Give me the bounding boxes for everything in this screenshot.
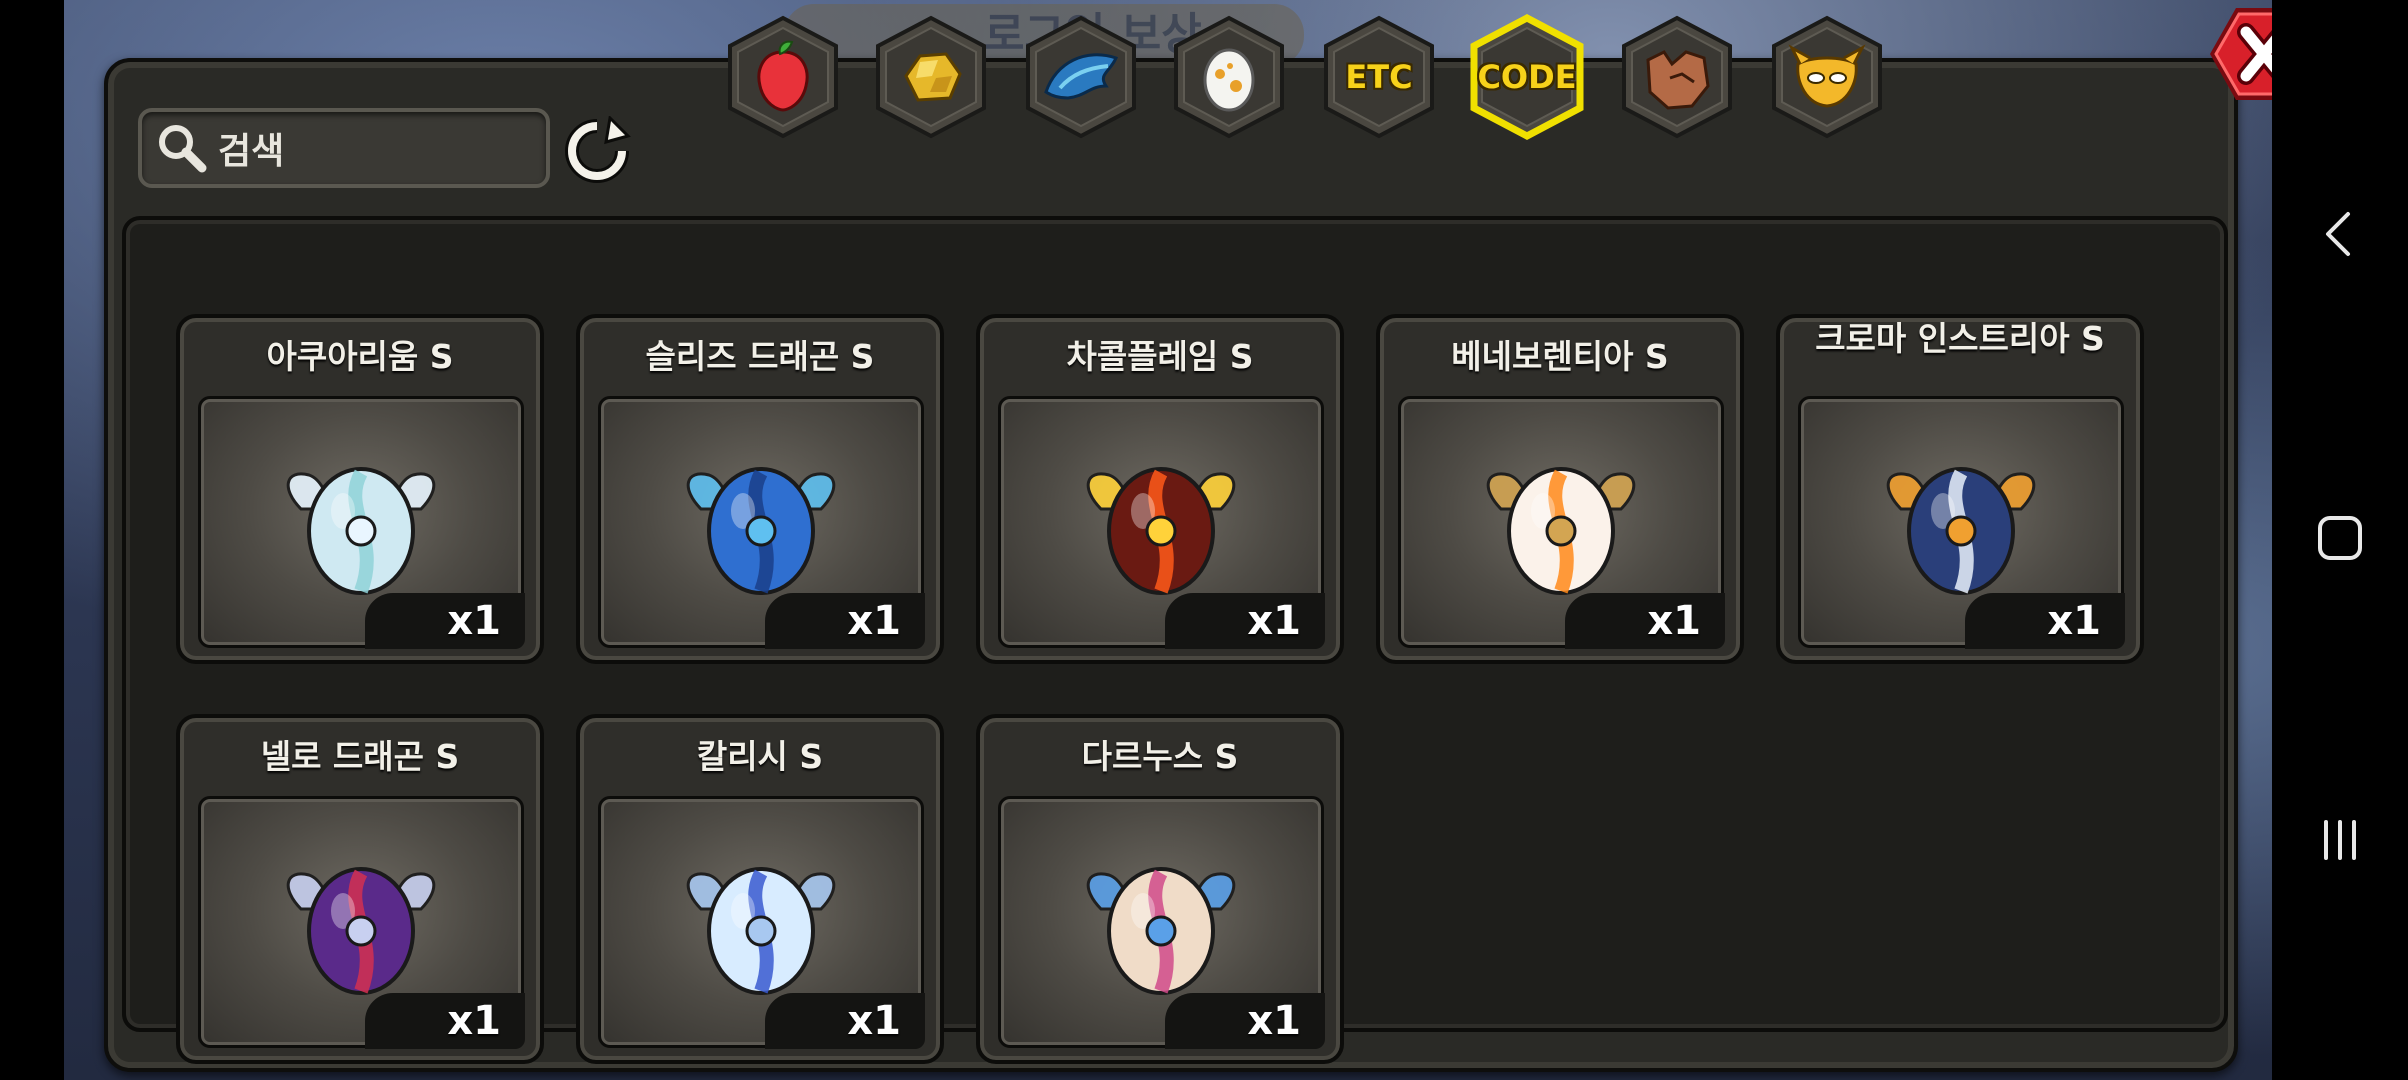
- tab-gold[interactable]: [866, 12, 996, 142]
- item-image-frame: x1: [1398, 396, 1725, 649]
- item-card[interactable]: 슬리즈 드래곤 S x1: [576, 314, 944, 664]
- item-count-badge: x1: [1165, 993, 1325, 1049]
- item-image-frame: x1: [1798, 396, 2125, 649]
- close-icon[interactable]: [2206, 4, 2272, 104]
- tab-dragon[interactable]: [1016, 12, 1146, 142]
- item-image-frame: x1: [998, 796, 1325, 1049]
- refresh-icon[interactable]: [562, 114, 632, 186]
- tab-mask[interactable]: [1762, 12, 1892, 142]
- search-icon: [142, 112, 212, 184]
- aquarium-egg-icon: [271, 439, 451, 613]
- item-card[interactable]: 베네보렌티아 S x1: [1376, 314, 1744, 664]
- charcoal-flame-egg-icon: [1071, 439, 1251, 613]
- item-name: 칼리시 S: [696, 737, 824, 776]
- item-count-badge: x1: [765, 593, 925, 649]
- recent-apps-icon[interactable]: [2308, 808, 2372, 872]
- tab-label: CODE: [1477, 58, 1577, 96]
- android-nav-bar: [2272, 0, 2408, 1080]
- item-name: 다르누스 S: [1081, 737, 1239, 776]
- back-chevron-icon[interactable]: [2308, 202, 2372, 266]
- tab-beast[interactable]: [1612, 12, 1742, 142]
- game-viewport: 로그인 보상 검색 아쿠아리움 Sx1 슬리즈 드래곤 Sx1 차콜플레임 Sx1 베…: [64, 0, 2272, 1080]
- item-name: 크로마 인스트리아 S: [1815, 319, 2105, 358]
- item-card[interactable]: 크로마 인스트리아 S x1: [1776, 314, 2144, 664]
- item-name: 베네보렌티아 S: [1451, 337, 1669, 376]
- item-image-frame: x1: [598, 796, 925, 1049]
- item-count-badge: x1: [365, 593, 525, 649]
- item-image-frame: x1: [998, 396, 1325, 649]
- item-card[interactable]: 차콜플레임 S x1: [976, 314, 1344, 664]
- item-grid: 아쿠아리움 Sx1 슬리즈 드래곤 Sx1 차콜플레임 Sx1 베네보렌티아 Sx1 크…: [122, 216, 2228, 1064]
- nello-dragon-egg-icon: [271, 839, 451, 1013]
- item-name: 차콜플레임 S: [1066, 337, 1254, 376]
- item-count-badge: x1: [365, 993, 525, 1049]
- inventory-panel: 검색 아쿠아리움 Sx1 슬리즈 드래곤 Sx1 차콜플레임 Sx1 베네보렌티아 S…: [104, 58, 2238, 1072]
- item-image-frame: x1: [198, 796, 525, 1049]
- search-placeholder: 검색: [218, 131, 285, 172]
- benevolentia-egg-icon: [1471, 439, 1651, 613]
- item-name: 슬리즈 드래곤 S: [645, 337, 875, 376]
- egg-icon: [1203, 48, 1255, 112]
- item-count-badge: x1: [1165, 593, 1325, 649]
- item-count-badge: x1: [765, 993, 925, 1049]
- item-image-frame: x1: [598, 396, 925, 649]
- wolf-head-icon: [1646, 50, 1710, 110]
- item-card[interactable]: 다르누스 S x1: [976, 714, 1344, 1064]
- tab-code[interactable]: CODE: [1462, 12, 1592, 142]
- sleaze-dragon-egg-icon: [671, 439, 851, 613]
- item-card[interactable]: 넬로 드래곤 S x1: [176, 714, 544, 1064]
- item-card[interactable]: 아쿠아리움 S x1: [176, 314, 544, 664]
- item-name: 아쿠아리움 S: [266, 337, 454, 376]
- tab-egg[interactable]: [1164, 12, 1294, 142]
- chroma-instria-egg-icon: [1871, 439, 2051, 613]
- darnus-egg-icon: [1071, 839, 1251, 1013]
- item-image-frame: x1: [198, 396, 525, 649]
- calici-egg-icon: [671, 839, 851, 1013]
- tab-etc[interactable]: ETC: [1314, 12, 1444, 142]
- item-name: 넬로 드래곤 S: [260, 737, 460, 776]
- tab-label: ETC: [1345, 58, 1413, 96]
- search-field[interactable]: 검색: [138, 108, 550, 188]
- item-card[interactable]: 칼리시 S x1: [576, 714, 944, 1064]
- item-count-badge: x1: [1565, 593, 1725, 649]
- tab-fruit[interactable]: [718, 12, 848, 142]
- home-square-icon[interactable]: [2308, 506, 2372, 570]
- item-count-badge: x1: [1965, 593, 2125, 649]
